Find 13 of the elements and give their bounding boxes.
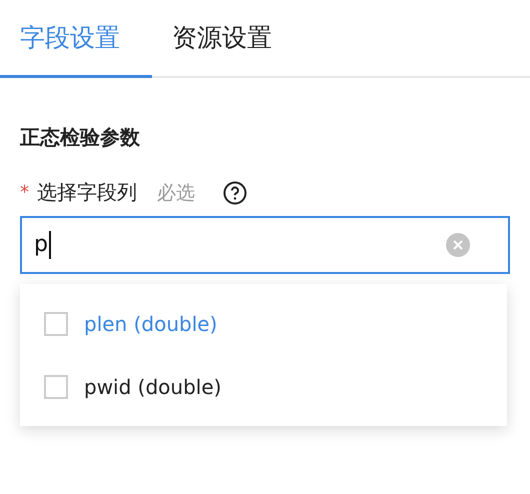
option-label[interactable]: pwid (double) [84, 374, 222, 398]
section-title: 正态检验参数 [20, 124, 141, 151]
checkbox[interactable] [44, 374, 68, 398]
tab[interactable]: 字段设置 [0, 0, 152, 78]
field-hint: 必选 [157, 180, 195, 206]
required-mark: * [20, 182, 29, 203]
tab[interactable]: 资源设置 [152, 0, 292, 78]
option-label[interactable]: plen (double) [84, 312, 218, 336]
field-label: 选择字段列 [37, 179, 137, 206]
search-field[interactable]: p [20, 216, 510, 274]
help-icon[interactable] [223, 180, 247, 204]
clear-icon[interactable] [446, 233, 470, 257]
checkbox[interactable] [44, 312, 68, 336]
